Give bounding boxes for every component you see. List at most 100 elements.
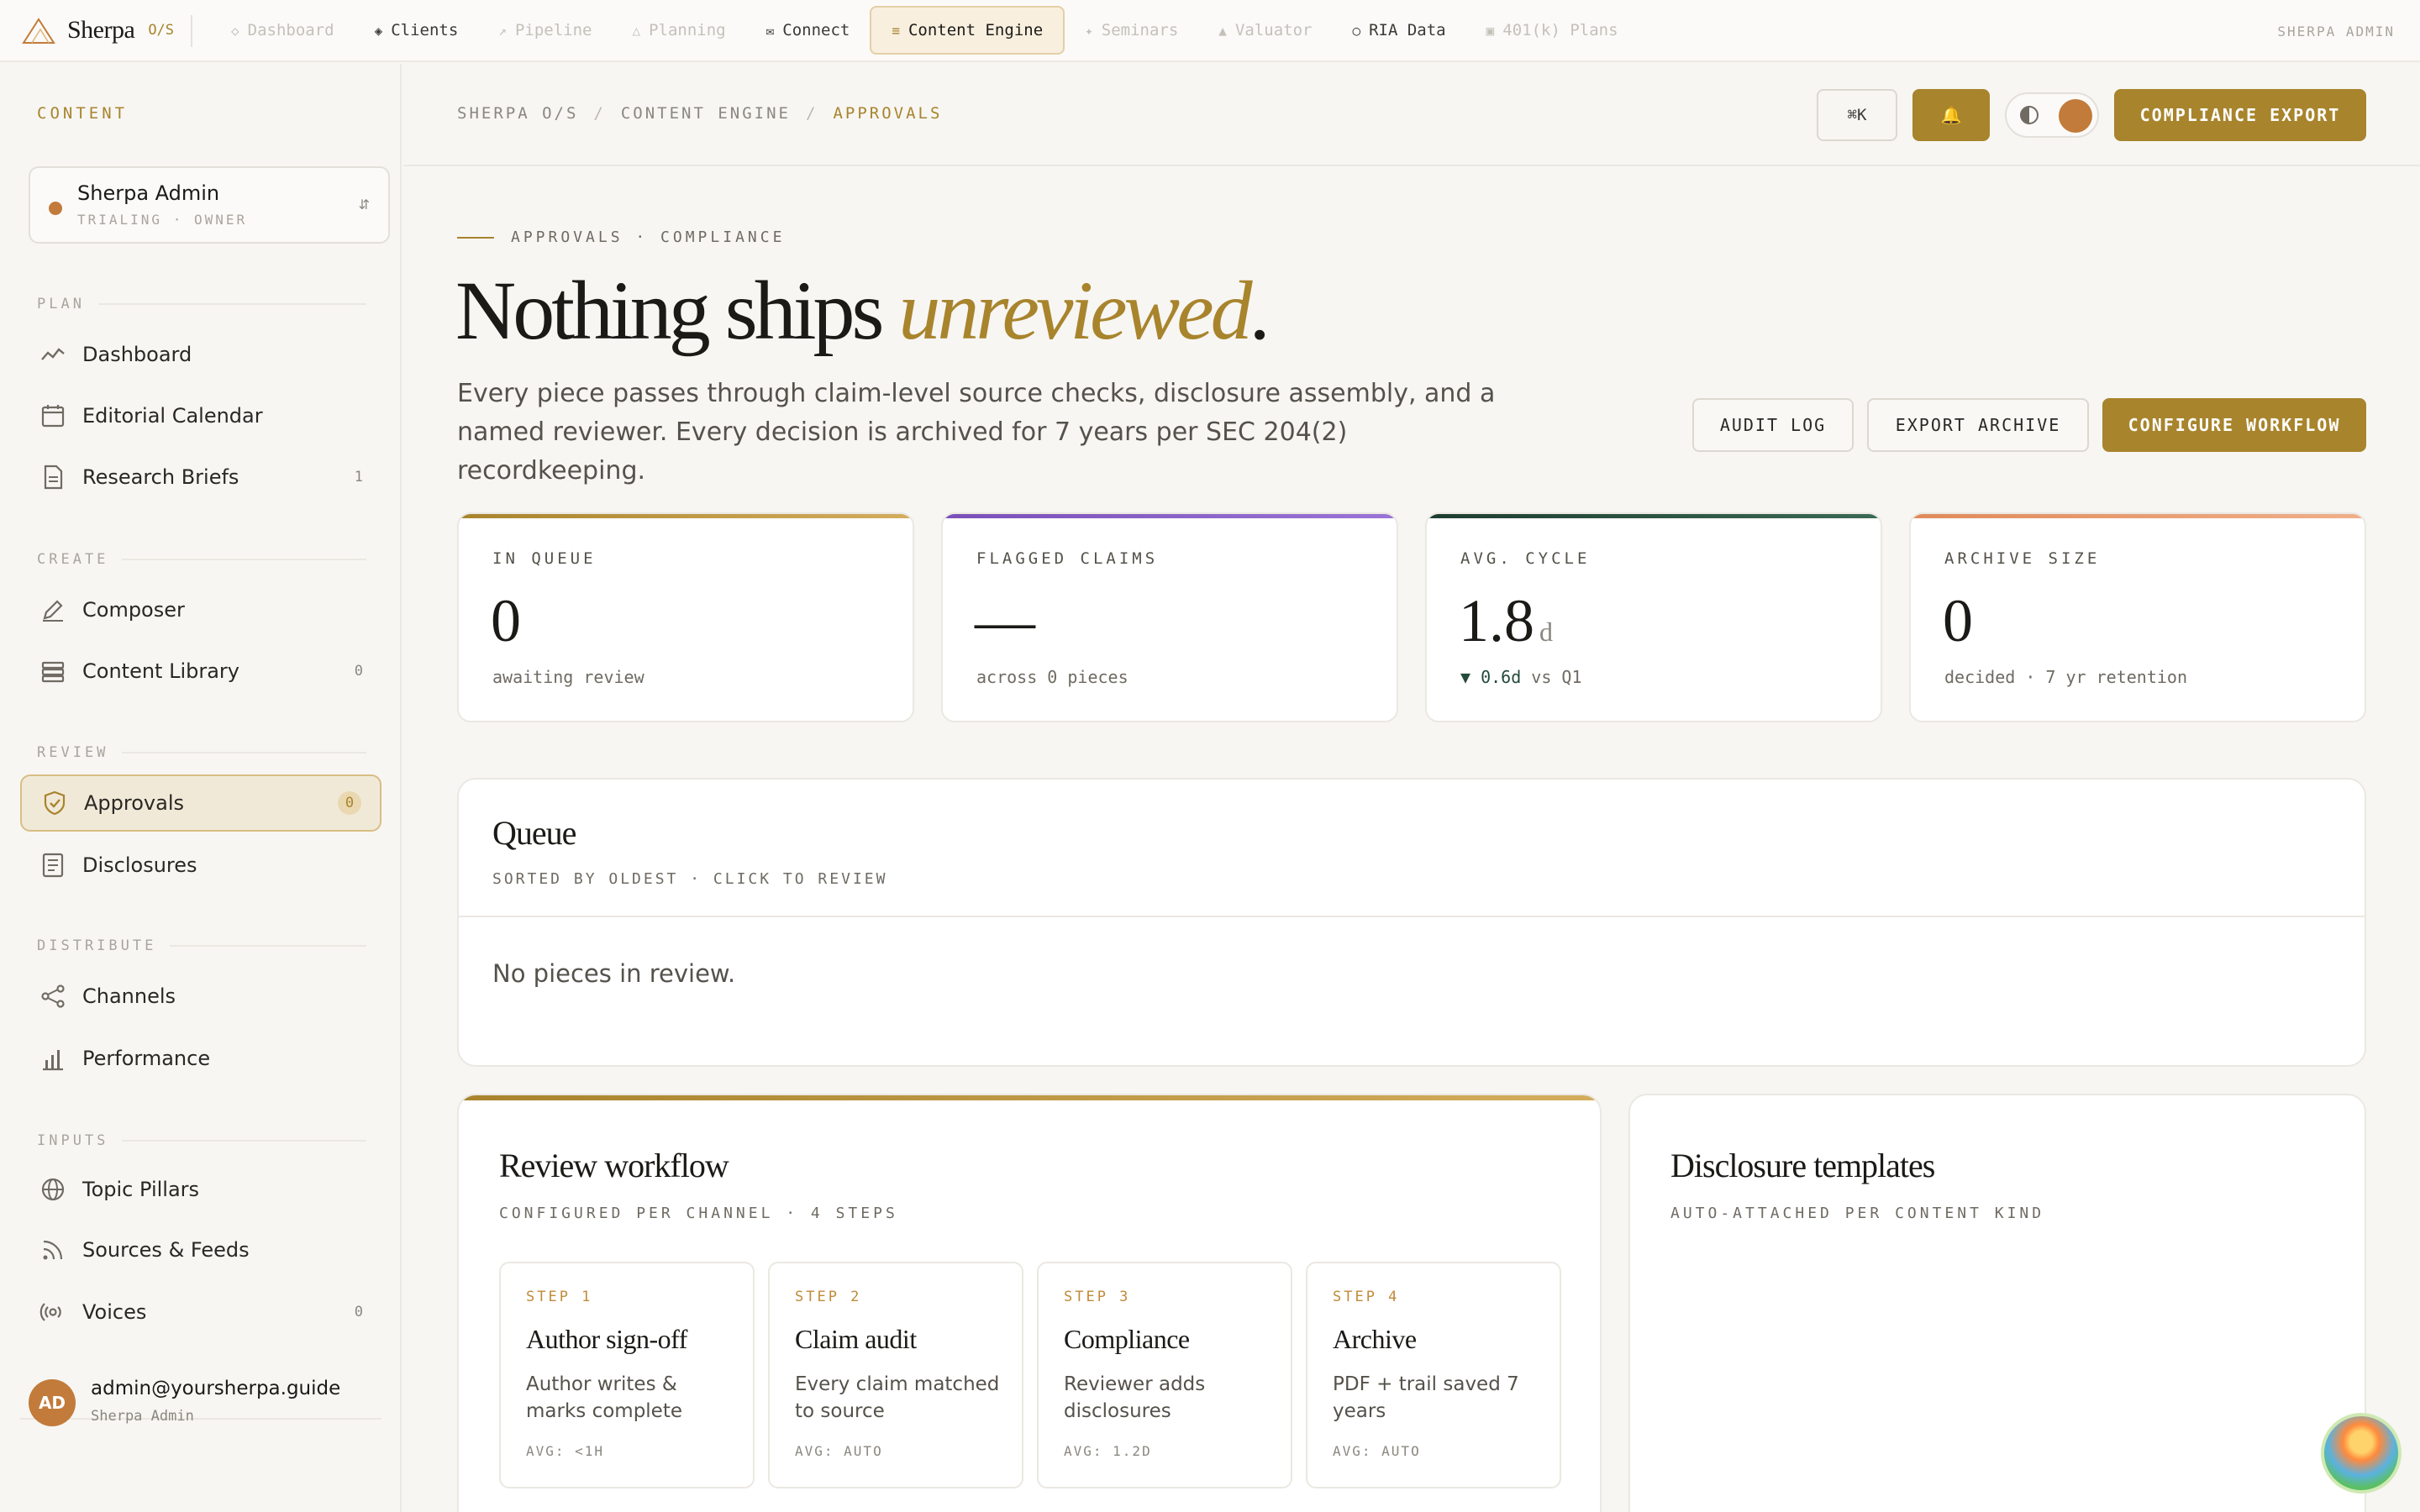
sidebar-item-voices[interactable]: Voices 0 <box>20 1284 381 1341</box>
stat-value: 1.8 d <box>1459 586 1553 656</box>
sidebar-item-count: 1 <box>354 469 363 486</box>
text-document-icon <box>39 851 67 879</box>
stat-value: 0 <box>1943 586 1973 656</box>
step-number: STEP 2 <box>795 1289 862 1305</box>
step-title: Claim audit <box>795 1324 917 1354</box>
theme-toggle[interactable] <box>2005 92 2099 138</box>
sidebar-item-topic-pillars[interactable]: Topic Pillars <box>20 1161 381 1218</box>
export-archive-button[interactable]: EXPORT ARCHIVE <box>1867 398 2089 452</box>
toggle-knob <box>2059 99 2092 133</box>
sidebar-item-label: Research Briefs <box>82 465 239 489</box>
configure-workflow-button[interactable]: CONFIGURE WORKFLOW <box>2102 398 2366 452</box>
sidebar-title: CONTENT <box>37 104 129 123</box>
sidebar-item-approvals[interactable]: Approvals 0 <box>20 774 381 832</box>
arrow-up-right-icon: ↗ <box>498 22 507 39</box>
nav-tab-401k-plans[interactable]: ▣ 401(k) Plans <box>1466 6 1639 55</box>
nav-tab-content-engine[interactable]: ≡ Content Engine <box>870 6 1065 55</box>
nav-tab-label: RIA Data <box>1369 21 1446 39</box>
title-part: Nothing ships <box>455 264 899 357</box>
sidebar-item-channels[interactable]: Channels <box>20 968 381 1025</box>
workflow-step-1[interactable]: STEP 1 Author sign-off Author writes & m… <box>499 1262 755 1488</box>
globe-icon <box>39 1175 67 1204</box>
workflow-step-2[interactable]: STEP 2 Claim audit Every claim matched t… <box>768 1262 1023 1488</box>
page-eyebrow: APPROVALS · COMPLIANCE <box>457 228 785 246</box>
bar-chart-icon <box>39 1044 67 1073</box>
sidebar-item-editorial-calendar[interactable]: Editorial Calendar <box>20 387 381 444</box>
stat-accent-bar <box>1911 514 2365 518</box>
section-review: REVIEW <box>37 744 366 761</box>
step-description: PDF + trail saved 7 years <box>1333 1373 1519 1422</box>
pencil-icon <box>39 596 67 624</box>
title-emphasis: unreviewed <box>898 264 1252 357</box>
step-number: STEP 3 <box>1064 1289 1131 1305</box>
section-distribute: DISTRIBUTE <box>37 937 366 954</box>
stat-number: 0 <box>491 587 521 654</box>
brand[interactable]: Sherpa O/S <box>0 0 192 60</box>
compliance-export-button[interactable]: COMPLIANCE EXPORT <box>2114 89 2366 141</box>
sidebar-item-research-briefs[interactable]: Research Briefs 1 <box>20 449 381 506</box>
sidebar-item-label: Performance <box>82 1047 211 1070</box>
breadcrumb-root[interactable]: SHERPA O/S <box>457 104 578 123</box>
top-user-label[interactable]: SHERPA ADMIN <box>2277 24 2395 39</box>
breadcrumb-current: APPROVALS <box>833 104 943 123</box>
nav-tab-clients[interactable]: ◈ Clients <box>355 6 479 55</box>
nav-tab-planning[interactable]: △ Planning <box>612 6 745 55</box>
workflow-title: Review workflow <box>499 1147 729 1184</box>
avatar[interactable]: AD <box>29 1379 76 1426</box>
nav-tab-label: Valuator <box>1234 21 1313 39</box>
nav-tab-label: Pipeline <box>514 21 592 39</box>
command-palette-button[interactable]: ⌘K <box>1817 89 1897 141</box>
sidebar-item-content-library[interactable]: Content Library 0 <box>20 643 381 700</box>
queue-empty-state: No pieces in review. <box>492 959 736 988</box>
page-description: Every piece passes through claim-level s… <box>457 379 1496 486</box>
sidebar-item-count: 0 <box>354 663 363 680</box>
sidebar-item-label: Topic Pillars <box>82 1178 200 1201</box>
sidebar-item-disclosures[interactable]: Disclosures <box>20 837 381 894</box>
step-avg: AVG: 1.2D <box>1064 1443 1152 1459</box>
nav-tab-dashboard[interactable]: ◇ Dashboard <box>211 6 355 55</box>
sidebar-item-composer[interactable]: Composer <box>20 581 381 638</box>
workspace-switcher[interactable]: Sherpa Admin TRIALING · OWNER ⇵ <box>29 166 390 244</box>
triangle-icon: △ <box>632 22 641 39</box>
step-title: Compliance <box>1064 1324 1190 1354</box>
nav-tab-label: Dashboard <box>247 21 334 39</box>
stat-accent-bar <box>943 514 1397 518</box>
stat-label: IN QUEUE <box>492 549 597 568</box>
nav-tab-label: Seminars <box>1101 21 1179 39</box>
top-nav: Sherpa O/S ◇ Dashboard ◈ Clients ↗ Pipeline… <box>0 0 2420 62</box>
breadcrumb-separator: / <box>806 104 818 123</box>
nav-tab-ria-data[interactable]: ○ RIA Data <box>1332 6 1465 55</box>
sidebar-item-dashboard[interactable]: Dashboard <box>20 326 381 383</box>
workflow-step-4[interactable]: STEP 4 Archive PDF + trail saved 7 years… <box>1306 1262 1561 1488</box>
nav-tab-connect[interactable]: ✉ Connect <box>746 6 871 55</box>
nav-tab-valuator[interactable]: ▲ Valuator <box>1198 6 1332 55</box>
sidebar-item-performance[interactable]: Performance <box>20 1030 381 1087</box>
nav-tab-seminars[interactable]: ✦ Seminars <box>1065 6 1198 55</box>
breadcrumb-section[interactable]: CONTENT ENGINE <box>621 104 791 123</box>
stat-note: ▼ 0.6d vs Q1 <box>1460 667 1582 687</box>
disclosure-templates-panel: Disclosure templates AUTO-ATTACHED PER C… <box>1628 1094 2366 1512</box>
calendar-icon <box>39 402 67 430</box>
queue-subtitle: SORTED BY OLDEST · CLICK TO REVIEW <box>492 870 888 888</box>
workflow-step-3[interactable]: STEP 3 Compliance Reviewer adds disclosu… <box>1037 1262 1292 1488</box>
sidebar-item-count: 0 <box>354 1304 363 1320</box>
brand-name: Sherpa <box>67 16 135 44</box>
nav-tab-pipeline[interactable]: ↗ Pipeline <box>478 6 612 55</box>
sidebar-item-sources-feeds[interactable]: Sources & Feeds <box>20 1221 381 1278</box>
audit-log-button[interactable]: AUDIT LOG <box>1692 398 1854 452</box>
breadcrumb-separator: / <box>593 104 606 123</box>
step-number: STEP 1 <box>526 1289 593 1305</box>
document-icon <box>39 463 67 491</box>
stat-card-flagged-claims: FLAGGED CLAIMS — across 0 pieces <box>941 512 1398 722</box>
assistant-launcher-button[interactable] <box>2321 1413 2402 1494</box>
eyebrow-text: APPROVALS · COMPLIANCE <box>511 228 786 246</box>
circle-icon: ○ <box>1352 22 1361 39</box>
step-title: Author sign-off <box>526 1324 687 1354</box>
sidebar-item-label: Editorial Calendar <box>82 404 263 428</box>
nav-tab-label: Clients <box>391 21 459 39</box>
panel-accent-bar <box>459 1095 1600 1100</box>
notifications-button[interactable]: 🔔 <box>1912 89 1990 141</box>
queue-divider <box>459 916 2365 917</box>
workflow-subtitle: CONFIGURED PER CHANNEL · 4 STEPS <box>499 1205 898 1222</box>
trend-line-icon <box>39 340 67 369</box>
